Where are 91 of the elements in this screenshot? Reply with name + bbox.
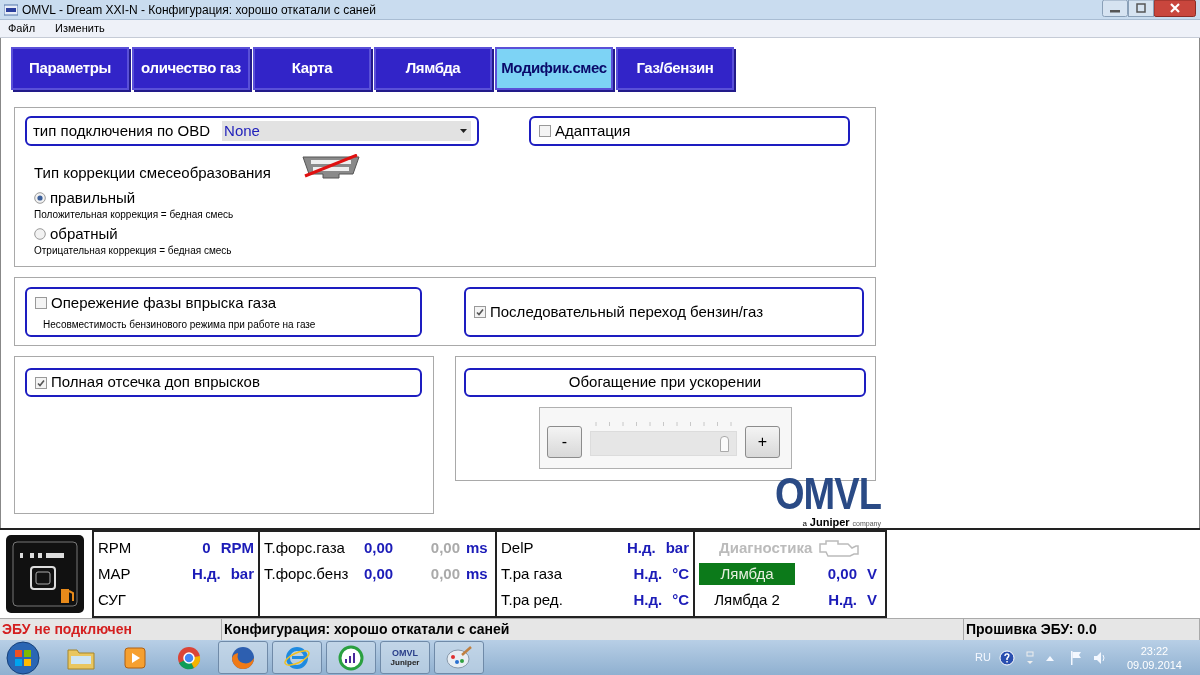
gauge-value: 0,00 — [364, 563, 395, 584]
radio-button[interactable] — [34, 227, 46, 240]
taskbar-button[interactable] — [218, 641, 268, 674]
checkbox[interactable] — [474, 306, 486, 318]
app-icon — [4, 3, 18, 16]
tab[interactable]: Модифик.смес — [495, 47, 613, 90]
menu-item[interactable]: Изменить — [51, 20, 109, 37]
browser-icon — [282, 644, 312, 671]
note-text: Положительная коррекция = бедная смесь — [34, 207, 235, 222]
gauge-label: Т.ра ред. — [501, 589, 564, 610]
plus-button[interactable]: + — [745, 426, 780, 458]
tab[interactable]: Карта — [253, 47, 371, 90]
section-title: Обогащение при ускорении — [464, 368, 866, 397]
tab[interactable]: оличество газ — [132, 47, 250, 90]
status-text: Конфигурация: хорошо откатали с саней — [224, 620, 510, 639]
gauge-label: Т.форс.газа — [264, 537, 346, 558]
lambda-indicator: Лямбда 2 — [713, 589, 781, 610]
gauge-value: 0,00 — [826, 563, 857, 584]
dropdown-value: None — [224, 120, 260, 141]
unit-text: bar — [230, 563, 254, 584]
logo-text: OMVL — [775, 473, 881, 515]
tab[interactable]: Газ/бензин — [616, 47, 734, 90]
flag-icon[interactable] — [1068, 649, 1083, 666]
unit-text: bar — [665, 537, 689, 558]
tagline-text: a — [802, 518, 807, 530]
unit-text: V — [867, 563, 877, 584]
slider-thumb[interactable] — [719, 435, 729, 452]
checkbox-label[interactable]: Опережение фазы впрыска газа — [51, 291, 277, 315]
radio-label[interactable]: обратный — [50, 224, 118, 243]
minimize-icon[interactable] — [1102, 0, 1128, 17]
tab[interactable]: Параметры — [11, 47, 129, 90]
dropdown[interactable]: None — [222, 121, 471, 141]
unit-text: V — [867, 589, 877, 610]
note-text: Отрицательная коррекция = бедная смесь — [34, 243, 233, 258]
gauge-label: СУГ — [98, 589, 127, 610]
lambda-indicator: Лямбда — [699, 563, 795, 585]
status-text: ЭБУ не подключен — [2, 620, 132, 639]
clock-time: 23:22 — [1140, 643, 1169, 658]
network-icon[interactable] — [1024, 649, 1035, 666]
window-title: OMVL - Dream XXI-N - Конфигурация: хорошо откатали с саней — [22, 1, 376, 19]
gauge-label: DelP — [501, 537, 535, 558]
taskbar-label: OMVL — [392, 648, 418, 658]
obd-connector-crossed-icon — [300, 154, 361, 180]
gauge-value: Н.д. — [190, 563, 221, 584]
gauge-value: Н.д. — [827, 589, 857, 610]
unit-text: ms — [466, 563, 488, 584]
checkbox[interactable] — [35, 297, 47, 309]
checkbox-label[interactable]: Последовательный переход бензин/газ — [490, 300, 764, 324]
taskbar-label: Juniper — [390, 657, 420, 667]
taskbar-button[interactable] — [326, 641, 376, 674]
gauge-label: MAP — [98, 563, 132, 584]
ecu-status-icon — [6, 535, 84, 613]
maximize-icon[interactable] — [1128, 0, 1154, 17]
unit-text: °C — [672, 563, 689, 584]
gauge-value: Н.д. — [625, 537, 656, 558]
gauge-label: RPM — [98, 537, 133, 558]
start-button[interactable] — [4, 640, 42, 675]
close-icon[interactable] — [1154, 0, 1196, 17]
gauge-label: Т.форс.бенз — [264, 563, 350, 584]
gauge-value: 0,00 — [429, 563, 460, 584]
note-text: Несовместимость бензинового режима при работе на газе — [42, 318, 317, 333]
field-label: тип подключения по OBD — [33, 120, 211, 141]
help-icon[interactable] — [998, 649, 1015, 666]
checkbox[interactable] — [35, 376, 47, 389]
radio-label[interactable]: правильный — [50, 188, 136, 207]
gauge-value: 0,00 — [364, 537, 395, 558]
gauge-value: Н.д. — [632, 589, 663, 610]
unit-text: ms — [466, 537, 488, 558]
slider-track[interactable] — [590, 430, 737, 456]
checkbox-label[interactable]: Адаптация — [555, 119, 631, 143]
radio-button[interactable] — [34, 191, 46, 204]
gauge-value: 0 — [201, 537, 211, 558]
checkbox-label[interactable]: Полная отсечка доп впрысков — [51, 371, 260, 394]
menu-item[interactable]: Файл — [4, 20, 40, 37]
taskbar-button[interactable]: OMVL Juniper — [380, 641, 430, 674]
unit-text: °C — [672, 589, 689, 610]
unit-text: RPM — [220, 537, 254, 558]
section-title: Тип коррекции смесеобразования — [34, 163, 271, 183]
palette-icon — [444, 644, 474, 671]
gauge-value: Н.д. — [632, 563, 663, 584]
clock-date: 09.09.2014 — [1126, 657, 1182, 672]
checkbox[interactable] — [539, 125, 551, 137]
tab[interactable]: Лямбда — [374, 47, 492, 90]
gauge-label: Т.ра газа — [501, 563, 564, 584]
tagline-text: Juniper — [809, 515, 850, 530]
chart-icon — [336, 644, 366, 671]
caret-icon — [460, 129, 467, 133]
gauge-value: 0,00 — [429, 537, 460, 558]
minus-button[interactable]: - — [547, 426, 582, 458]
diagnostics-label: Диагностика — [719, 537, 813, 558]
status-text: Прошивка ЭБУ: 0.0 — [966, 620, 1097, 639]
